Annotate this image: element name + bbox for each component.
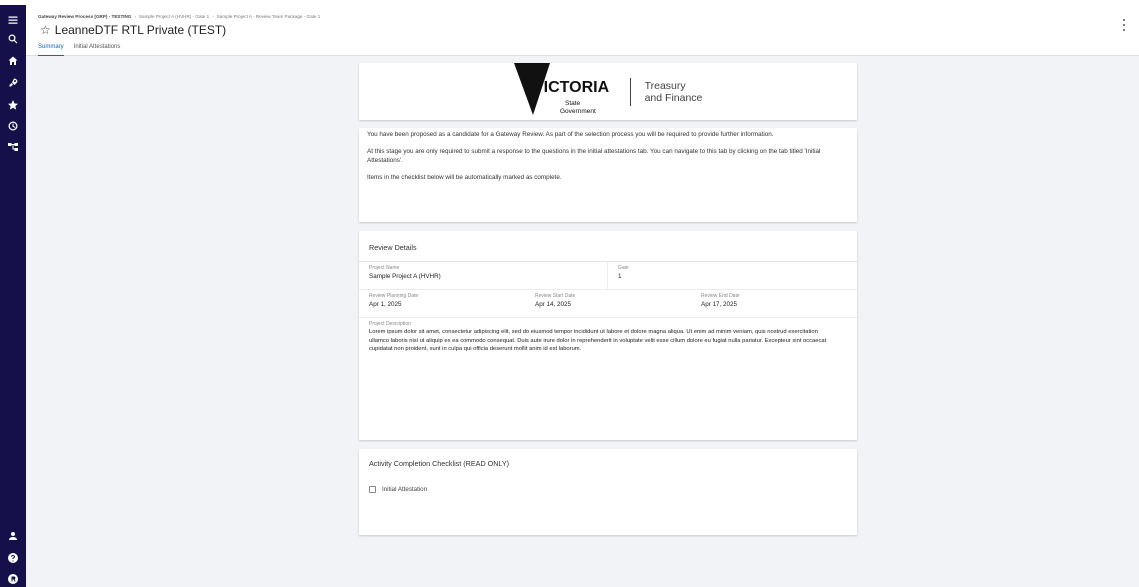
project-description-field: Project Description Lorem ipsum dolor si…	[359, 318, 857, 357]
field-value: Apr 14, 2025	[535, 301, 572, 308]
intro-paragraph: You have been proposed as a candidate fo…	[367, 131, 774, 138]
hierarchy-icon[interactable]	[6, 140, 20, 154]
field-value: 1	[618, 273, 622, 280]
department-line-2: and Finance	[644, 91, 703, 104]
review-end-date-field: Review End Date Apr 17, 2025	[691, 290, 857, 317]
history-icon[interactable]	[6, 119, 20, 133]
review-details-title: Review Details	[359, 231, 857, 262]
field-label: Gate	[618, 265, 629, 271]
details-row: Review Planning Date Apr 1, 2025 Review …	[359, 290, 857, 318]
star-icon[interactable]	[6, 98, 20, 112]
logout-icon[interactable]	[6, 572, 20, 586]
project-name-field: Project Name Sample Project A (HVHR)	[359, 262, 607, 289]
breadcrumb-item[interactable]: Sample Project A - Review Team Package -…	[217, 14, 321, 19]
field-value: Apr 1, 2025	[369, 301, 402, 308]
breadcrumb-item[interactable]: Sample Project A (HVHR) - Gate 1	[139, 14, 209, 19]
field-label: Review Start Date	[535, 293, 576, 299]
initial-attestation-checkbox[interactable]	[369, 486, 376, 493]
breadcrumb-separator: ›	[212, 14, 214, 19]
page-title: LeanneDTF RTL Private (TEST)	[54, 23, 227, 37]
breadcrumb: Gateway Review Process (GRP) - TESTING › S…	[38, 14, 320, 19]
checklist-item: Initial Attestation	[369, 486, 427, 493]
more-options-icon[interactable]	[1121, 19, 1127, 31]
intro-paragraph: Items in the checklist below will be aut…	[367, 174, 562, 182]
field-label: Project Description	[369, 321, 411, 327]
search-icon[interactable]	[6, 32, 20, 46]
page-header: Gateway Review Process (GRP) - TESTING › S…	[26, 5, 1139, 56]
title-row: ☆ LeanneDTF RTL Private (TEST)	[40, 24, 226, 36]
department-line-1: Treasury	[644, 79, 686, 92]
logo-card: VICTORIA State Government Treasury and F…	[359, 63, 857, 120]
person-icon[interactable]	[6, 529, 20, 543]
breadcrumb-item[interactable]: Gateway Review Process (GRP) - TESTING	[38, 14, 131, 19]
activity-checklist-card: Activity Completion Checklist (READ ONLY…	[359, 449, 857, 535]
field-label: Project Name	[369, 265, 400, 271]
logo-brand-sub2: Government	[560, 108, 596, 115]
rocket-icon[interactable]	[6, 76, 20, 90]
intro-paragraph: At this stage you are only required to s…	[367, 148, 821, 165]
department-name: Treasury and Finance	[629, 77, 703, 106]
logo-brand-main: VICTORIA	[533, 79, 610, 96]
checklist-title: Activity Completion Checklist (READ ONLY…	[369, 459, 510, 468]
victoria-state-government-logo: VICTORIA State Government	[513, 63, 610, 115]
home-icon[interactable]	[6, 54, 20, 68]
gate-field: Gate 1	[607, 262, 857, 289]
review-details-card: Review Details Project Name Sample Proje…	[359, 231, 857, 440]
field-label: Review Planning Date	[369, 293, 419, 299]
details-row: Project Name Sample Project A (HVHR) Gat…	[359, 262, 857, 290]
breadcrumb-separator: ›	[134, 14, 136, 19]
left-nav-rail	[0, 5, 26, 587]
intro-card: You have been proposed as a candidate fo…	[359, 128, 857, 222]
review-start-date-field: Review Start Date Apr 14, 2025	[525, 290, 691, 317]
field-label: Review End Date	[701, 293, 740, 299]
logo-brand-sub1: State	[565, 100, 581, 107]
field-value: Lorem ipsum dolor sit amet, consectetur …	[369, 329, 827, 352]
menu-icon[interactable]	[6, 13, 20, 27]
help-icon[interactable]	[6, 551, 20, 565]
field-value: Sample Project A (HVHR)	[369, 273, 441, 280]
favorite-star-icon[interactable]: ☆	[40, 24, 51, 36]
tab-summary[interactable]: Summary	[38, 42, 64, 56]
victoria-treasury-logo: VICTORIA State Government Treasury and F…	[513, 63, 703, 120]
field-value: Apr 17, 2025	[701, 301, 738, 308]
tab-initial-attestations[interactable]: Initial Attestations	[74, 42, 121, 56]
checklist-item-label: Initial Attestation	[382, 486, 428, 493]
review-planning-date-field: Review Planning Date Apr 1, 2025	[359, 290, 525, 317]
tab-bar: Summary Initial Attestations	[38, 42, 130, 56]
